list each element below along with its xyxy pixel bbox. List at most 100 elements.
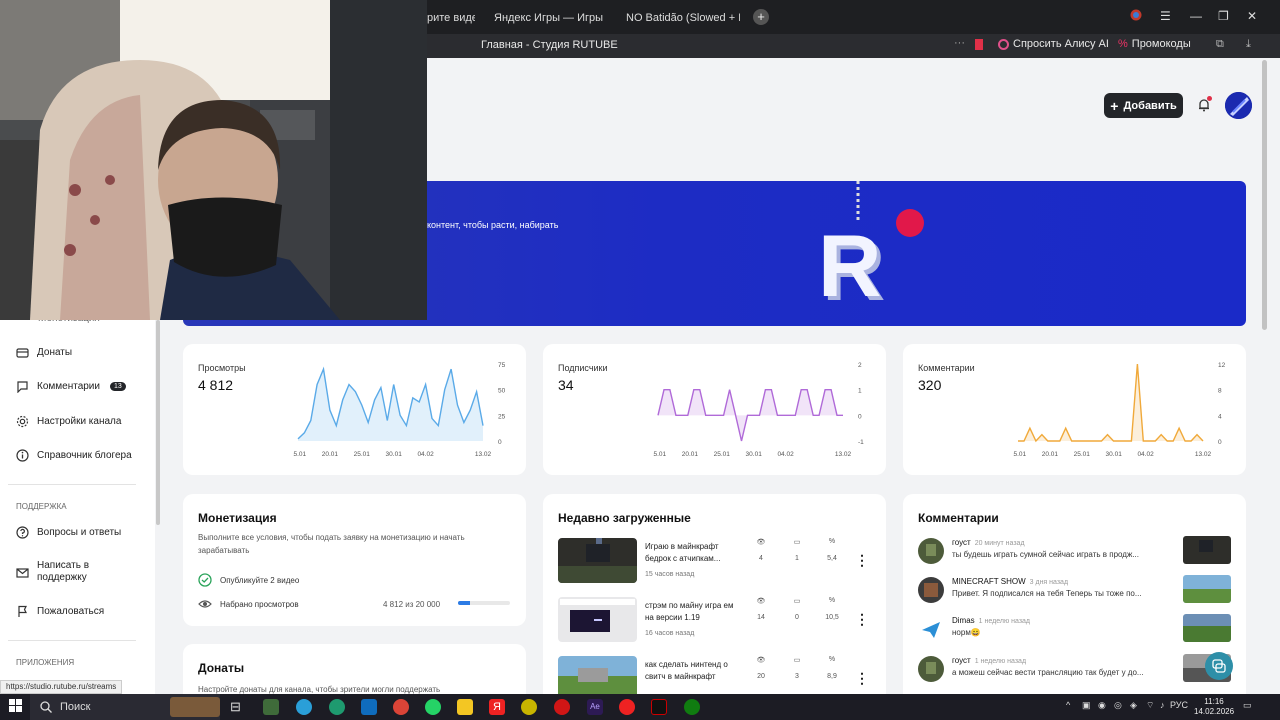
tray-app-icon[interactable]: ▣ [1082,700,1091,711]
task-view-icon[interactable]: ⊟ [230,699,246,715]
alice-button[interactable]: Спросить Алису AI [998,38,1109,50]
page-scrollbar[interactable] [1262,60,1267,330]
yandex-browser-icon[interactable] [619,699,635,715]
language-indicator[interactable]: РУС [1170,700,1188,710]
video-thumbnail[interactable] [558,597,637,642]
download-icon[interactable]: ⤓ [1246,38,1251,51]
comment-item[interactable]: MINECRAFT SHOW 3 дня назад Привет. Я подп… [918,575,1233,605]
tray-app-icon[interactable]: ◈ [1130,700,1137,711]
extensions-icon[interactable]: ⧉ [1216,38,1224,51]
wifi-icon[interactable]: ⌔ [1146,700,1154,711]
menu-icon[interactable]: ☰ [1160,9,1171,23]
subscribers-card[interactable]: Подписчики 34 2 1 0 -1 15.01 20.01 25.01 30.01 0… [543,344,886,475]
edge-icon[interactable] [329,699,345,715]
avatar[interactable] [918,577,944,603]
comment-author[interactable]: Dimas [952,616,975,625]
folder-icon[interactable] [457,699,473,715]
video-rate-value: 10,5 [825,614,839,621]
percent-icon: % [828,656,836,663]
close-icon[interactable]: ✕ [1247,9,1257,23]
telegram-icon[interactable] [296,699,312,715]
comment-video-thumbnail[interactable] [1183,575,1231,603]
comment-video-thumbnail[interactable] [1183,536,1231,564]
weather-widget-icon[interactable] [170,697,220,717]
video-comments: ▭ 1 [787,538,807,562]
notifications-icon[interactable]: ▭ [1243,700,1252,711]
maximize-icon[interactable]: ❐ [1218,9,1229,23]
comment-author[interactable]: MINECRAFT SHOW [952,577,1026,586]
views-card[interactable]: Просмотры 4 812 75 50 25 0 15.01 20.01 25.01 30… [183,344,526,475]
app-icon[interactable] [521,699,537,715]
donate-icon [16,348,29,358]
sidebar-item-label: Написать в поддержку [37,560,89,584]
sidebar-item-report[interactable]: Пожаловаться [16,605,104,618]
avatar[interactable] [918,616,944,642]
y-tick-label: 50 [498,388,506,395]
yandex-icon[interactable]: Я [489,699,505,715]
video-title[interactable]: как сделать нинтенд о свитч в майнкрафт [645,659,740,683]
sidebar-item-faq[interactable]: Вопросы и ответы [16,526,121,539]
comment-item[interactable]: гоуст 20 минут назад ты будешь играть сум… [918,536,1233,566]
video-title[interactable]: стрэм по майну игра ем на версии 1.19 [645,600,740,624]
comments-stat-card[interactable]: Комментарии 320 12 8 4 0 15.01 20.01 25.01 30.0… [903,344,1246,475]
video-more-icon[interactable]: ⋮ [855,670,869,687]
x-tick-label: 04.02 [777,451,794,458]
channel-avatar[interactable] [1225,92,1252,119]
x-tick-label: 04.02 [1137,451,1154,458]
video-time: 16 часов назад [645,630,695,637]
profile-icon[interactable] [1130,9,1142,24]
video-more-icon[interactable]: ⋮ [855,611,869,628]
xbox-icon[interactable] [684,699,700,715]
chrome-icon[interactable] [393,699,409,715]
tab-yandex-games[interactable]: Яндекс Игры — Игры онл [488,8,606,28]
sidebar-item-guide[interactable]: Справочник блогера [16,449,132,462]
x-tick-label: 25.01 [1074,451,1091,458]
comment-text: Привет. Я подписался на тебя Теперь ты т… [952,589,1142,598]
avatar[interactable] [918,656,944,682]
page-title[interactable]: Главная - Студия RUTUBE [481,39,618,51]
comment-item[interactable]: Dimas 1 неделю назад норм😄 [918,614,1233,644]
after-effects-icon[interactable]: Ae [587,699,603,715]
tray-chevron-icon[interactable]: ^ [1066,700,1070,710]
minecraft-icon[interactable] [263,699,279,715]
tab-music[interactable]: NO Batidão (Slowed + Reve [620,8,740,28]
video-thumbnail[interactable] [558,538,637,583]
promo-button[interactable]: % Промокоды [1118,38,1191,50]
minimize-icon[interactable]: — [1190,9,1202,23]
volume-icon[interactable]: ♪ [1160,700,1165,710]
sidebar-item-comments[interactable]: Комментарии 13 [16,380,126,393]
tab-upload-video[interactable]: рите видео [427,8,475,28]
video-rate-value: 5,4 [827,555,837,562]
sidebar-item-settings[interactable]: Настройки канала [16,415,121,428]
comment-author[interactable]: гоуст [952,538,971,547]
video-item[interactable]: стрэм по майну игра ем на версии 1.19 16… [558,597,878,643]
sidebar-item-label: Комментарии [37,381,100,392]
video-more-icon[interactable]: ⋮ [855,552,869,569]
support-chat-button[interactable] [1205,652,1233,680]
tray-app-icon[interactable]: ◉ [1098,700,1106,711]
sidebar-item-donations[interactable]: Донаты [16,346,72,359]
avatar[interactable] [918,538,944,564]
comment-time: 3 дня назад [1029,579,1069,586]
video-title[interactable]: Играю в майнкрафт бедрок с атчипкам... [645,541,740,565]
video-item[interactable]: Играю в майнкрафт бедрок с атчипкам... 1… [558,538,878,584]
x-tick-label: 30.01 [1106,451,1123,458]
opera-icon[interactable] [554,699,570,715]
video-comments: ▭ 0 [787,597,807,621]
video-rate: % 8,9 [822,656,842,680]
comment-author[interactable]: гоуст [952,656,971,665]
comment-item[interactable]: гоуст 1 неделю назад а можеш сейчас вести… [918,654,1233,684]
add-button[interactable]: + Добавить [1104,93,1183,118]
outlook-icon[interactable] [361,699,377,715]
windows-start-icon[interactable] [9,699,23,716]
tray-app-icon[interactable]: ◎ [1114,700,1122,711]
more-icon[interactable]: ··· [954,37,965,49]
taskbar-clock[interactable]: 11:16 14.02.2026 [1194,697,1234,717]
bookmark-icon[interactable] [975,39,983,50]
new-tab-button[interactable]: + [753,9,769,25]
whatsapp-icon[interactable] [425,699,441,715]
comment-video-thumbnail[interactable] [1183,614,1231,642]
sidebar-item-contact-support[interactable]: Написать в поддержку [16,560,89,584]
capcut-icon[interactable] [651,699,667,715]
sidebar-scrollbar[interactable] [156,320,160,525]
